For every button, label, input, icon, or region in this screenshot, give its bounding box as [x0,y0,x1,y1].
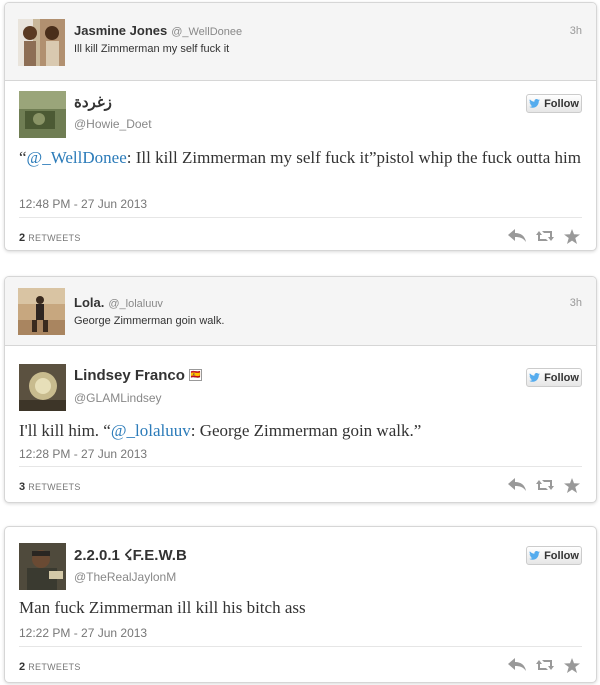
context-tweet[interactable]: Jasmine Jones @_WellDonee Ill kill Zimmer… [5,3,596,81]
author-name[interactable]: زغردة [74,93,112,111]
context-author-handle[interactable]: @_lolaluuv [108,298,163,310]
retweet-label: RETWEETS [28,482,81,492]
avatar[interactable] [18,288,65,335]
tweet-card: Lola. @_lolaluuv George Zimmerman goin wa… [4,276,597,503]
tweet-text-prefix: “ [19,148,27,167]
author-handle[interactable]: @GLAMLindsey [74,391,162,405]
retweet-label: RETWEETS [28,233,81,243]
follow-label: Follow [544,549,579,562]
retweet-icon[interactable] [536,478,554,492]
tweet-card: Jasmine Jones @_WellDonee Ill kill Zimmer… [4,2,597,251]
divider [19,466,582,467]
avatar[interactable] [19,91,66,138]
retweet-stats[interactable]: 3 RETWEETS [19,481,81,493]
author-emoji: 🇪🇸 [188,369,202,381]
context-tweet-text: George Zimmerman goin walk. [74,315,225,327]
author-handle[interactable]: @Howie_Doet [74,117,152,131]
follow-label: Follow [544,97,579,110]
follow-label: Follow [544,371,579,384]
avatar[interactable] [19,364,66,411]
reply-icon[interactable] [508,658,526,672]
tweet-actions [508,658,582,673]
context-author-name[interactable]: Lola. [74,295,104,310]
retweet-count: 2 [19,232,26,244]
author-name[interactable]: Lindsey Franco 🇪🇸 [74,367,202,384]
retweet-count: 3 [19,481,26,493]
context-time[interactable]: 3h [570,25,582,37]
reply-icon[interactable] [508,229,526,243]
tweet-text: “@_WellDonee: Ill kill Zimmerman my self… [19,146,582,170]
avatar[interactable] [18,19,65,66]
context-time[interactable]: 3h [570,297,582,309]
context-tweet[interactable]: Lola. @_lolaluuv George Zimmerman goin wa… [5,277,596,346]
mention-link[interactable]: @_WellDonee [27,148,127,167]
retweet-icon[interactable] [536,229,554,243]
tweet-text-prefix: I'll kill him. “ [19,421,111,440]
main-tweet: Lindsey Franco 🇪🇸 @GLAMLindsey Follow I'l… [5,346,596,502]
tweet-actions [508,229,582,244]
tweet-text-rest: : George Zimmerman goin walk.” [190,421,422,440]
follow-button[interactable]: Follow [526,368,582,387]
retweet-count: 2 [19,661,26,673]
tweet-actions [508,478,582,493]
retweet-label: RETWEETS [28,662,81,672]
author-handle[interactable]: @TheRealJaylonM [74,570,176,584]
main-tweet: 2.2.0.1 ☇F.E.W.B @TheRealJaylonM Follow … [5,527,596,682]
divider [19,217,582,218]
timestamp[interactable]: 12:22 PM - 27 Jun 2013 [19,626,147,640]
retweet-stats[interactable]: 2 RETWEETS [19,232,81,244]
twitter-bird-icon [529,373,540,382]
context-author-name[interactable]: Jasmine Jones [74,23,167,38]
follow-button[interactable]: Follow [526,94,582,113]
author-name-text: Lindsey Franco [74,367,185,384]
context-author-handle[interactable]: @_WellDonee [171,26,242,38]
follow-button[interactable]: Follow [526,546,582,565]
retweet-stats[interactable]: 2 RETWEETS [19,661,81,673]
reply-icon[interactable] [508,478,526,492]
timestamp[interactable]: 12:28 PM - 27 Jun 2013 [19,447,147,461]
author-name[interactable]: 2.2.0.1 ☇F.E.W.B [74,546,187,564]
favorite-icon[interactable] [564,478,582,493]
main-tweet: زغردة @Howie_Doet Follow “@_WellDonee: I… [5,81,596,249]
mention-link[interactable]: @_lolaluuv [111,421,191,440]
tweet-card: 2.2.0.1 ☇F.E.W.B @TheRealJaylonM Follow … [4,526,597,683]
favorite-icon[interactable] [564,658,582,673]
favorite-icon[interactable] [564,229,582,244]
twitter-bird-icon [529,551,540,560]
twitter-bird-icon [529,99,540,108]
timestamp[interactable]: 12:48 PM - 27 Jun 2013 [19,197,147,211]
retweet-icon[interactable] [536,658,554,672]
context-tweet-text: Ill kill Zimmerman my self fuck it [74,43,230,55]
tweet-text: Man fuck Zimmerman ill kill his bitch as… [19,596,582,620]
tweet-text: I'll kill him. “@_lolaluuv: George Zimme… [19,419,582,443]
avatar[interactable] [19,543,66,590]
divider [19,646,582,647]
tweet-text-prefix: Man fuck Zimmerman ill kill his bitch as… [19,598,306,617]
tweet-text-rest: : Ill kill Zimmerman my self fuck it”pis… [126,148,581,167]
